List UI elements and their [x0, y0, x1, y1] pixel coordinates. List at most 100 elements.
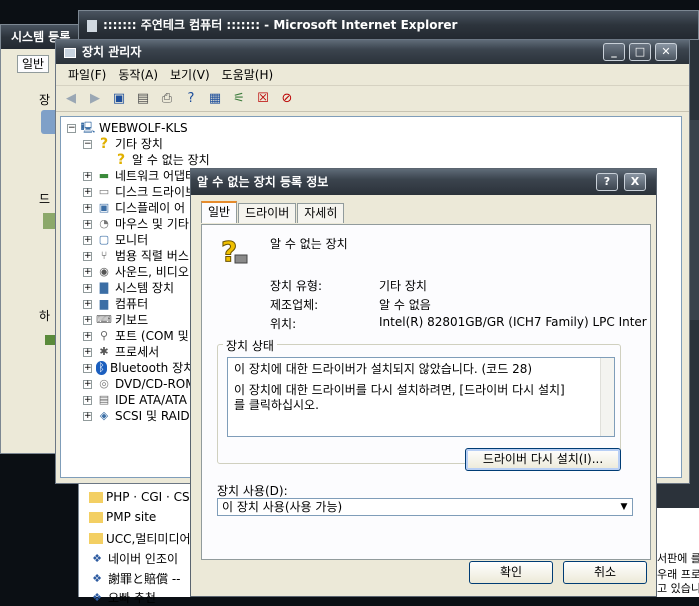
- expand-icon[interactable]: +: [83, 171, 92, 181]
- minimize-button[interactable]: _: [603, 43, 625, 61]
- maximize-button[interactable]: □: [629, 43, 651, 61]
- expand-icon[interactable]: +: [83, 379, 92, 389]
- tree-item-label: 사운드, 비디오: [115, 265, 189, 279]
- tab-driver[interactable]: 드라이버: [238, 203, 297, 223]
- tree-item-processor[interactable]: + ✱ 프로세서: [83, 344, 159, 360]
- favorite-item[interactable]: UCC,멀티미디어: [89, 530, 191, 547]
- toolbar: ◀ ▶ ▣ ▤ ⎙ ? ▦ ⚟ ☒ ⊘: [56, 86, 689, 112]
- tree-item-dvd[interactable]: + ◎ DVD/CD-ROM: [83, 376, 196, 392]
- ok-button[interactable]: 확인: [469, 561, 553, 584]
- computer-icon: 🖳: [80, 121, 96, 134]
- tree-item-display[interactable]: + ▣ 디스플레이 어: [83, 200, 185, 216]
- favorite-item[interactable]: ❖ 네이버 인조이: [89, 550, 178, 567]
- expand-icon[interactable]: +: [83, 283, 92, 293]
- tree-item-keyboard[interactable]: + ⌨ 키보드: [83, 312, 148, 328]
- monitor-icon: ▢: [98, 233, 110, 246]
- expand-icon[interactable]: +: [83, 299, 92, 309]
- tree-item-system[interactable]: + ▇ 시스템 장치: [83, 280, 174, 296]
- expand-icon[interactable]: +: [83, 235, 92, 245]
- expand-icon[interactable]: +: [83, 267, 92, 277]
- tree-item-label: 포트 (COM 및: [115, 329, 189, 343]
- update-driver-icon[interactable]: ⚟: [230, 90, 248, 108]
- expand-icon[interactable]: +: [83, 363, 92, 373]
- menu-view[interactable]: 보기(V): [164, 66, 216, 83]
- scan-hardware-icon[interactable]: ▦: [206, 90, 224, 108]
- tree-item-label: Bluetooth 장치: [110, 361, 195, 375]
- keyboard-icon: ⌨: [96, 313, 112, 326]
- ie-titlebar[interactable]: ::::::: 주연테크 컴퓨터 ::::::: - Microsoft Int…: [79, 11, 698, 39]
- tree-item-other-devices[interactable]: − ? 기타 장치: [83, 136, 163, 152]
- device-usage-value: 이 장치 사용(사용 가능): [222, 500, 343, 514]
- favorite-item[interactable]: PMP site: [89, 510, 156, 524]
- tree-item-label: 디스플레이 어: [115, 201, 186, 215]
- favorite-item[interactable]: ❖ 謝罪と賠償 --: [89, 570, 180, 587]
- tree-item-disk[interactable]: + ▭ 디스크 드라이브: [83, 184, 196, 200]
- expand-icon[interactable]: +: [83, 315, 92, 325]
- close-button[interactable]: ✕: [655, 43, 677, 61]
- tree-root-label: WEBWOLF-KLS: [99, 121, 188, 135]
- expand-icon[interactable]: +: [83, 251, 92, 261]
- tree-item-unknown-device[interactable]: ? 알 수 없는 장치: [113, 152, 210, 168]
- menu-help[interactable]: 도움말(H): [216, 66, 280, 83]
- system-window-tab[interactable]: 일반: [17, 55, 50, 73]
- favorite-item[interactable]: ❖ 오빠 추천: [89, 589, 156, 606]
- tree-item-usb[interactable]: + ⑂ 범용 직렬 버스: [83, 248, 189, 264]
- tree-item-monitor[interactable]: + ▢ 모니터: [83, 232, 148, 248]
- expand-icon[interactable]: +: [83, 203, 92, 213]
- tree-item-bluetooth[interactable]: + ᛒ Bluetooth 장치: [83, 360, 194, 376]
- collapse-icon[interactable]: −: [67, 123, 76, 133]
- favorite-label: 謝罪と賠償 --: [108, 572, 181, 586]
- tree-root[interactable]: − 🖳 WEBWOLF-KLS: [67, 120, 188, 136]
- device-usage-select[interactable]: 이 장치 사용(사용 가능) ▼: [217, 498, 633, 516]
- favorite-label: PHP · CGI · CS: [106, 490, 190, 504]
- folder-icon: [89, 491, 103, 503]
- properties-icon[interactable]: ▤: [134, 90, 152, 108]
- device-manager-title: 장치 관리자: [82, 45, 142, 59]
- tree-item-network[interactable]: + ▬ 네트워크 어댑터: [83, 168, 196, 184]
- device-status-text[interactable]: 이 장치에 대한 드라이버가 설치되지 않았습니다. (코드 28) 이 장치에…: [227, 357, 615, 437]
- chevron-down-icon[interactable]: ▼: [616, 499, 632, 515]
- status-scrollbar[interactable]: [600, 358, 614, 436]
- tree-item-mouse[interactable]: + ◔ 마우스 및 기타: [83, 216, 189, 232]
- expand-icon[interactable]: +: [83, 187, 92, 197]
- tree-item-label: 키보드: [115, 313, 149, 327]
- menu-action[interactable]: 동작(A): [112, 66, 164, 83]
- tree-item-scsi[interactable]: + ◈ SCSI 및 RAID: [83, 408, 190, 424]
- tree-item-label: 마우스 및 기타: [115, 217, 189, 231]
- status-line-3: 를 클릭하십시오.: [234, 398, 319, 412]
- expand-icon[interactable]: +: [83, 411, 92, 421]
- print-icon[interactable]: ⎙: [158, 90, 176, 108]
- tree-item-sound[interactable]: + ◉ 사운드, 비디오: [83, 264, 189, 280]
- device-manager-titlebar[interactable]: 장치 관리자 _ □ ✕: [56, 40, 689, 64]
- dialog-titlebar[interactable]: 알 수 없는 장치 등록 정보 ? X: [191, 169, 656, 195]
- expand-icon[interactable]: +: [83, 395, 92, 405]
- tree-item-ide[interactable]: + ▤ IDE ATA/ATA: [83, 392, 187, 408]
- expand-icon[interactable]: +: [83, 219, 92, 229]
- show-hide-tree-icon[interactable]: ▣: [110, 90, 128, 108]
- tree-item-label: IDE ATA/ATA: [115, 393, 187, 407]
- device-name: 알 수 없는 장치: [270, 237, 348, 251]
- help-icon[interactable]: ?: [182, 90, 200, 108]
- tree-item-computer[interactable]: + ▆ 컴퓨터: [83, 296, 148, 312]
- dialog-close-button[interactable]: X: [624, 173, 646, 191]
- back-arrow-icon[interactable]: ◀: [62, 90, 80, 108]
- device-status-legend: 장치 상태: [223, 337, 277, 354]
- uninstall-icon[interactable]: ☒: [254, 90, 272, 108]
- tab-details[interactable]: 자세히: [297, 203, 345, 223]
- disable-icon[interactable]: ⊘: [278, 90, 296, 108]
- menu-file[interactable]: 파일(F): [62, 66, 112, 83]
- tab-general[interactable]: 일반: [201, 201, 238, 223]
- web-page-icon: ❖: [92, 591, 102, 604]
- tree-item-label: 모니터: [115, 233, 149, 247]
- tree-item-ports[interactable]: + ⚲ 포트 (COM 및: [83, 328, 189, 344]
- reinstall-driver-button[interactable]: 드라이버 다시 설치(I)...: [465, 448, 621, 471]
- forward-arrow-icon[interactable]: ▶: [86, 90, 104, 108]
- collapse-icon[interactable]: −: [83, 139, 92, 149]
- mouse-icon: ◔: [99, 217, 109, 230]
- cancel-button[interactable]: 취소: [563, 561, 647, 584]
- expand-icon[interactable]: +: [83, 347, 92, 357]
- status-line-1: 이 장치에 대한 드라이버가 설치되지 않았습니다. (코드 28): [234, 362, 533, 376]
- favorite-item[interactable]: PHP · CGI · CS: [89, 490, 190, 504]
- expand-icon[interactable]: +: [83, 331, 92, 341]
- help-button[interactable]: ?: [596, 173, 618, 191]
